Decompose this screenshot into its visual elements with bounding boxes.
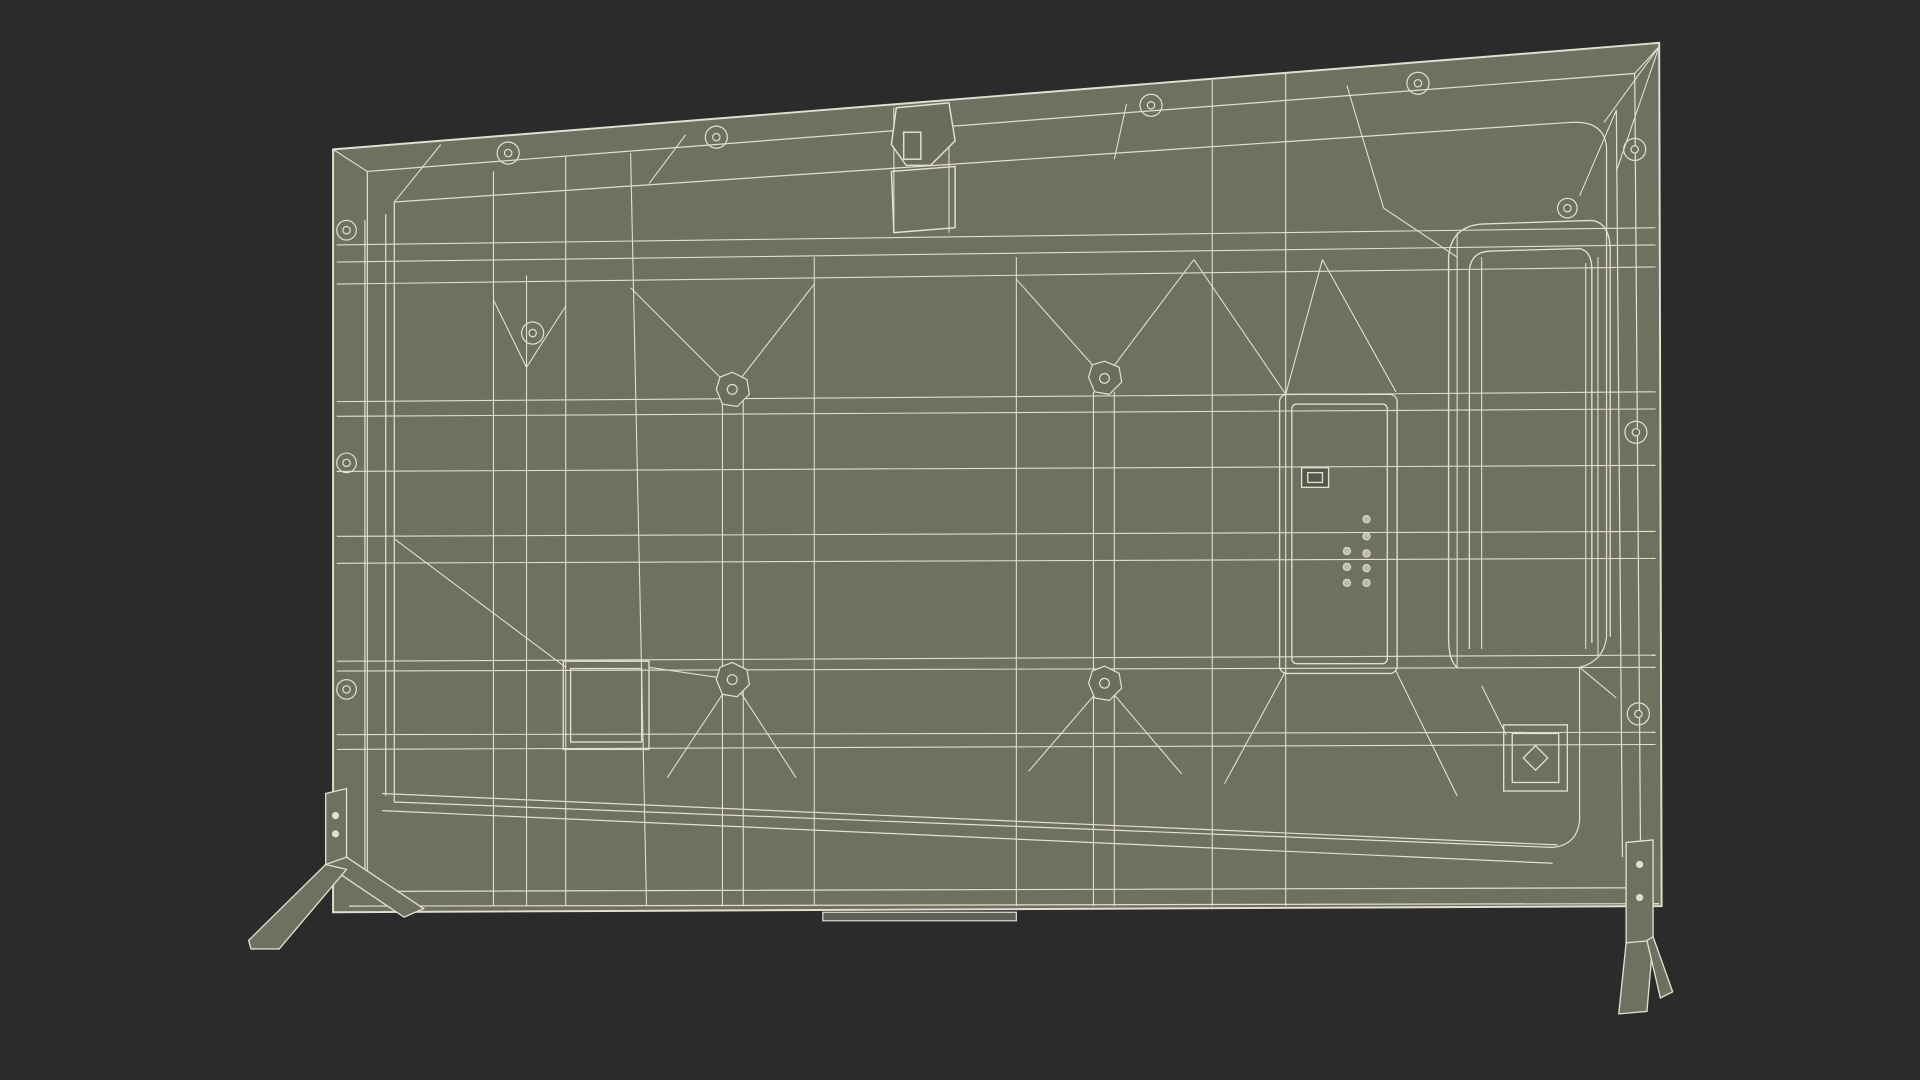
panel-surface xyxy=(332,41,1663,914)
tv-wireframe-scene xyxy=(0,0,1920,1080)
tv-back-panel xyxy=(332,41,1663,922)
